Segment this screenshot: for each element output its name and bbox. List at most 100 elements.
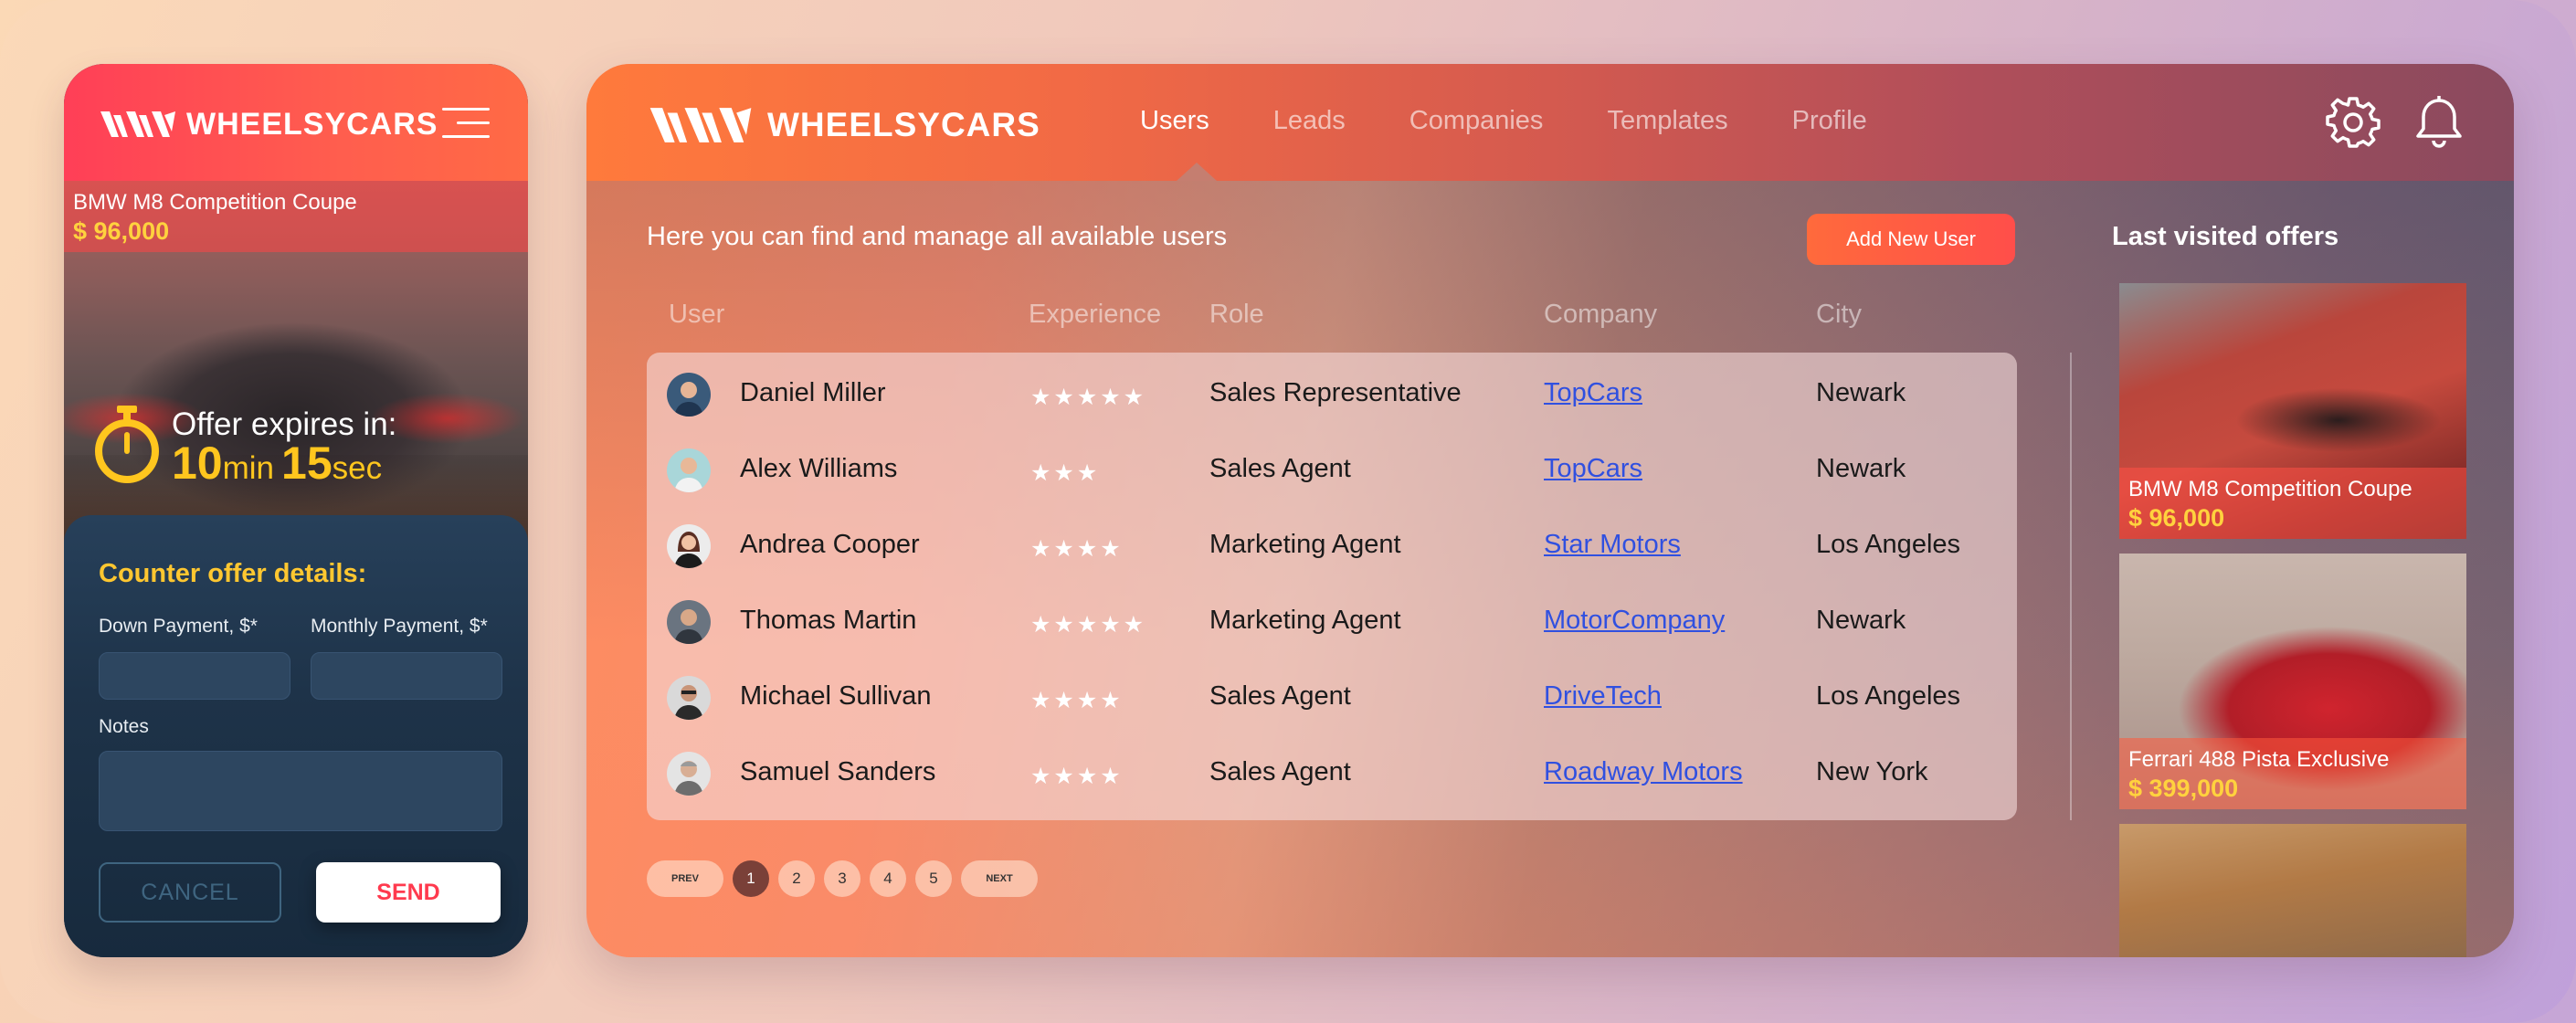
next-page-button[interactable]: NEXT bbox=[961, 860, 1038, 897]
avatar bbox=[667, 676, 711, 720]
active-tab-indicator bbox=[1177, 163, 1217, 181]
company-link[interactable]: Star Motors bbox=[1544, 530, 1681, 560]
user-city: Los Angeles bbox=[1816, 681, 1961, 711]
cancel-button[interactable]: CANCEL bbox=[99, 862, 281, 923]
user-role: Marketing Agent bbox=[1209, 606, 1401, 635]
experience-stars: ★★★★ bbox=[1030, 536, 1124, 562]
add-new-user-button[interactable]: Add New User bbox=[1807, 214, 2015, 265]
mobile-logo[interactable]: WHEELSYCARS bbox=[99, 106, 438, 142]
company-link[interactable]: Roadway Motors bbox=[1544, 757, 1743, 787]
offer-title: Ferrari 488 Pista Exclusive bbox=[2128, 747, 2390, 772]
offer-price: $ 96,000 bbox=[2128, 504, 2225, 532]
offer-price: $ 96,000 bbox=[73, 217, 170, 245]
last-visited-title: Last visited offers bbox=[2112, 222, 2339, 251]
experience-stars: ★★★★ bbox=[1030, 764, 1124, 789]
monthly-payment-label: Monthly Payment, $* bbox=[311, 616, 488, 637]
brand-name: WHEELSYCARS bbox=[186, 106, 438, 142]
tab-users[interactable]: Users bbox=[1140, 106, 1209, 136]
last-offer-card[interactable] bbox=[2119, 824, 2466, 957]
countdown-minutes: 10 bbox=[172, 438, 223, 489]
page-button-2[interactable]: 2 bbox=[778, 860, 815, 897]
send-button[interactable]: SEND bbox=[316, 862, 501, 923]
avatar bbox=[667, 373, 711, 417]
table-row[interactable]: Michael Sullivan ★★★★ Sales Agent DriveT… bbox=[647, 656, 2017, 732]
table-row[interactable]: Alex Williams ★★★ Sales Agent TopCars Ne… bbox=[647, 428, 2017, 504]
table-row[interactable]: Andrea Cooper ★★★★ Marketing Agent Star … bbox=[647, 504, 2017, 580]
user-city: Newark bbox=[1816, 454, 1906, 483]
users-table: Daniel Miller ★★★★★ Sales Representative… bbox=[647, 353, 2017, 820]
tab-profile[interactable]: Profile bbox=[1792, 106, 1867, 136]
desktop-panel: WHEELSYCARS Users Leads Companies Templa… bbox=[586, 64, 2514, 957]
tab-templates[interactable]: Templates bbox=[1607, 106, 1727, 136]
mobile-panel: WHEELSYCARS BMW M8 Competition Coupe $ 9… bbox=[64, 64, 528, 957]
brand-name: WHEELSYCARS bbox=[767, 106, 1040, 143]
offer-countdown: 10min 15sec bbox=[172, 437, 389, 490]
counter-offer-title: Counter offer details: bbox=[99, 559, 367, 588]
offer-price: $ 399,000 bbox=[2128, 775, 2239, 802]
column-header-user[interactable]: User bbox=[669, 300, 724, 330]
column-header-experience[interactable]: Experience bbox=[1029, 300, 1161, 330]
countdown-sec-unit: sec bbox=[332, 450, 383, 486]
page-intro: Here you can find and manage all availab… bbox=[647, 222, 1228, 251]
page-button-5[interactable]: 5 bbox=[915, 860, 952, 897]
avatar bbox=[667, 600, 711, 644]
gear-icon[interactable] bbox=[2326, 95, 2381, 150]
company-link[interactable]: DriveTech bbox=[1544, 681, 1662, 712]
offer-title: BMW M8 Competition Coupe bbox=[2128, 477, 2412, 501]
mobile-header: WHEELSYCARS bbox=[64, 64, 528, 181]
pagination: PREV 1 2 3 4 5 NEXT bbox=[647, 860, 1038, 897]
hamburger-icon[interactable] bbox=[442, 108, 490, 139]
last-offer-card[interactable]: Ferrari 488 Pista Exclusive $ 399,000 bbox=[2119, 554, 2466, 809]
experience-stars: ★★★★★ bbox=[1030, 612, 1147, 638]
table-row[interactable]: Thomas Martin ★★★★★ Marketing Agent Moto… bbox=[647, 580, 2017, 656]
countdown-seconds: 15 bbox=[281, 438, 333, 489]
bell-icon[interactable] bbox=[2413, 95, 2465, 150]
countdown-min-unit: min bbox=[222, 450, 275, 486]
last-offer-card[interactable]: BMW M8 Competition Coupe $ 96,000 bbox=[2119, 283, 2466, 539]
monthly-payment-field[interactable] bbox=[311, 652, 502, 700]
offer-title: BMW M8 Competition Coupe bbox=[73, 190, 357, 215]
avatar bbox=[667, 448, 711, 492]
user-role: Sales Agent bbox=[1209, 454, 1351, 483]
tab-leads[interactable]: Leads bbox=[1273, 106, 1346, 136]
user-role: Marketing Agent bbox=[1209, 530, 1401, 559]
company-link[interactable]: TopCars bbox=[1544, 378, 1642, 408]
offer-caption: BMW M8 Competition Coupe $ 96,000 bbox=[2119, 468, 2466, 539]
user-city: Newark bbox=[1816, 378, 1906, 407]
table-row[interactable]: Daniel Miller ★★★★★ Sales Representative… bbox=[647, 353, 2017, 428]
down-payment-label: Down Payment, $* bbox=[99, 616, 258, 637]
tab-companies[interactable]: Companies bbox=[1409, 106, 1544, 136]
prev-page-button[interactable]: PREV bbox=[647, 860, 723, 897]
column-header-city[interactable]: City bbox=[1816, 300, 1862, 330]
user-role: Sales Agent bbox=[1209, 757, 1351, 786]
stopwatch-icon bbox=[95, 406, 159, 483]
experience-stars: ★★★★ bbox=[1030, 688, 1124, 713]
user-name: Daniel Miller bbox=[740, 378, 886, 407]
column-header-company[interactable]: Company bbox=[1544, 300, 1657, 330]
page-button-3[interactable]: 3 bbox=[824, 860, 860, 897]
user-name: Andrea Cooper bbox=[740, 530, 920, 559]
user-city: Los Angeles bbox=[1816, 530, 1961, 559]
wheelsycars-logo-icon bbox=[100, 111, 175, 137]
user-name: Michael Sullivan bbox=[740, 681, 932, 711]
offer-caption: Ferrari 488 Pista Exclusive $ 399,000 bbox=[2119, 738, 2466, 809]
offer-caption: BMW M8 Competition Coupe $ 96,000 bbox=[64, 181, 528, 252]
counter-offer-form: Counter offer details: Down Payment, $* … bbox=[64, 515, 528, 957]
user-role: Sales Agent bbox=[1209, 681, 1351, 711]
notes-field[interactable] bbox=[99, 751, 502, 831]
experience-stars: ★★★ bbox=[1030, 460, 1101, 486]
column-header-role[interactable]: Role bbox=[1209, 300, 1264, 330]
down-payment-field[interactable] bbox=[99, 652, 290, 700]
user-name: Thomas Martin bbox=[740, 606, 917, 635]
top-nav: WHEELSYCARS Users Leads Companies Templa… bbox=[586, 64, 2514, 181]
avatar bbox=[667, 752, 711, 796]
company-link[interactable]: TopCars bbox=[1544, 454, 1642, 484]
desktop-logo[interactable]: WHEELSYCARS bbox=[647, 100, 1040, 150]
company-link[interactable]: MotorCompany bbox=[1544, 606, 1725, 636]
section-divider bbox=[2070, 353, 2072, 820]
user-role: Sales Representative bbox=[1209, 378, 1462, 407]
page-button-1[interactable]: 1 bbox=[733, 860, 769, 897]
page-button-4[interactable]: 4 bbox=[870, 860, 906, 897]
user-city: New York bbox=[1816, 757, 1928, 786]
table-row[interactable]: Samuel Sanders ★★★★ Sales Agent Roadway … bbox=[647, 732, 2017, 807]
